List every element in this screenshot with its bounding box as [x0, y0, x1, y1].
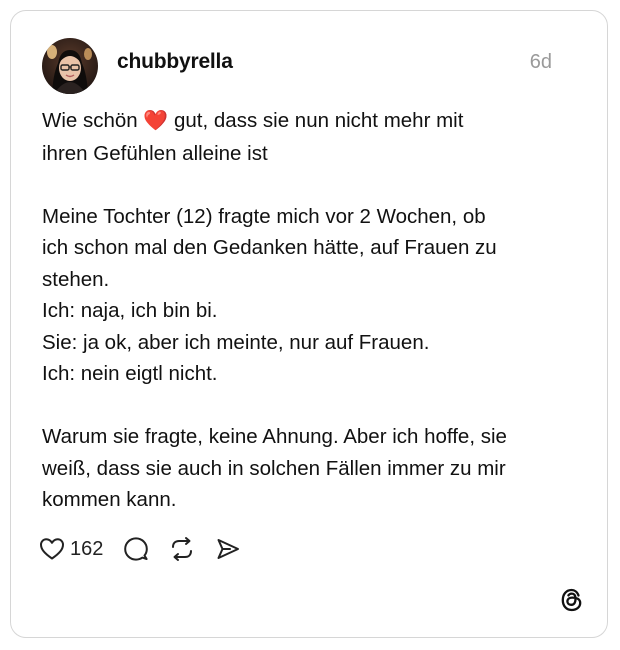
heart-outline-icon: [40, 538, 64, 560]
like-button[interactable]: 162: [39, 537, 103, 561]
post-timestamp: 6d: [529, 51, 552, 73]
post-text-line: Wie schön ❤️ gut, dass sie nun nicht meh…: [42, 109, 464, 132]
avatar[interactable]: [42, 38, 98, 94]
share-button[interactable]: [215, 536, 241, 562]
avatar-image: [42, 38, 98, 94]
send-icon: [217, 539, 240, 559]
repost-button[interactable]: [169, 536, 195, 562]
post-text-line: Meine Tochter (12) fragte mich vor 2 Woc…: [42, 204, 486, 228]
post-text-line: ihren Gefühlen alleine ist: [42, 141, 268, 165]
post-text-line: Sie: ja ok, aber ich meinte, nur auf Fra…: [42, 330, 430, 354]
post-text-line: weiß, dass sie auch in solchen Fällen im…: [42, 456, 506, 480]
post-text-line: Warum sie fragte, keine Ahnung. Aber ich…: [42, 425, 507, 448]
post-card: chubbyrella 6d Wie schön ❤️ gut, dass si…: [10, 10, 608, 638]
post-text-line: Ich: naja, ich bin bi.: [42, 299, 218, 322]
post-actions: 162: [39, 533, 261, 565]
reply-button[interactable]: [123, 536, 149, 562]
repost-icon: [172, 537, 193, 561]
comment-bubble-icon: [124, 537, 149, 561]
threads-logo-icon: [557, 585, 587, 615]
post-text-line: kommen kann.: [42, 488, 177, 511]
username[interactable]: chubbyrella: [117, 50, 233, 74]
post-text-line: [42, 169, 572, 201]
post-text-line: [42, 390, 572, 422]
post-text-line: Ich: nein eigtl nicht.: [42, 362, 218, 385]
like-count: 162: [70, 537, 104, 560]
post-text-line: stehen.: [42, 267, 110, 291]
heart-emoji: ❤️: [143, 110, 169, 132]
post-text: Wie schön ❤️ gut, dass sie nun nicht meh…: [42, 105, 572, 516]
post-text-line: ich schon mal den Gedanken hätte, auf Fr…: [42, 236, 497, 259]
